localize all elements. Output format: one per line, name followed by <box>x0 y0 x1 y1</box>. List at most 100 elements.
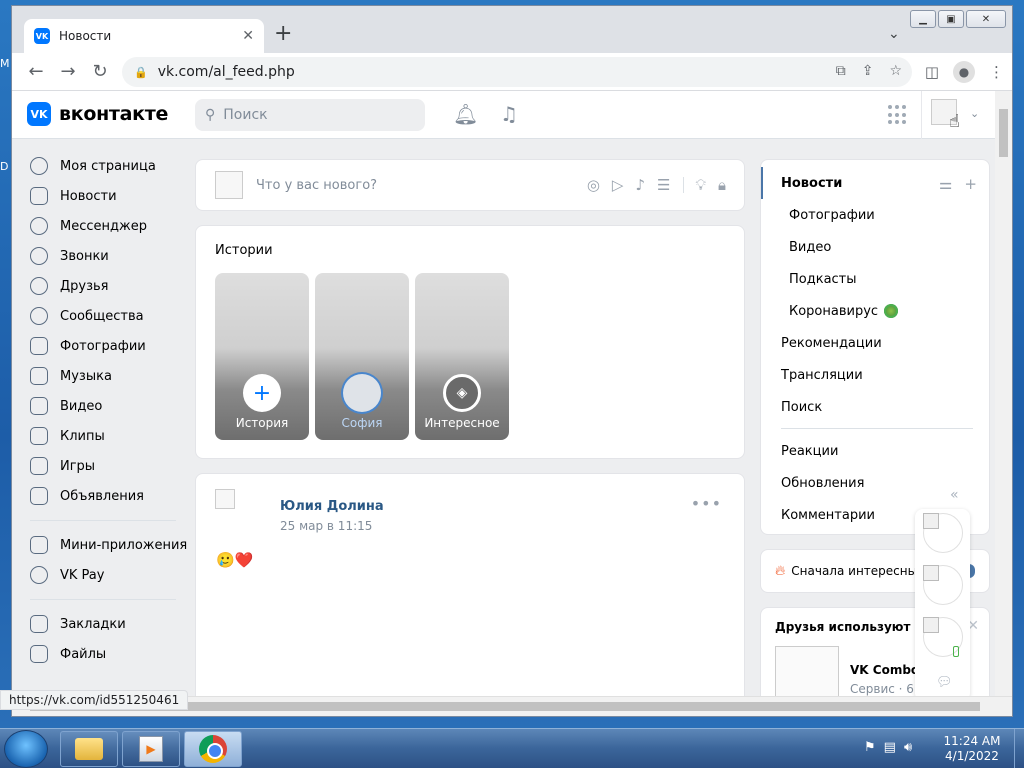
minimize-button[interactable]: ▁ <box>910 10 936 28</box>
nav-item-mini-apps[interactable]: Мини-приложения <box>30 530 195 560</box>
nav-item-photos[interactable]: Фотографии <box>30 331 195 361</box>
volume-icon[interactable]: 🔊︎ <box>904 740 912 755</box>
filter-item-reactions[interactable]: Реакции <box>761 435 989 467</box>
chat-avatar[interactable] <box>923 513 963 553</box>
profile-avatar-icon[interactable]: ● <box>953 61 975 83</box>
story-card-interesting[interactable]: ◈ Интересное <box>415 273 509 440</box>
taskbar-media-player[interactable]: ▶ <box>122 731 180 767</box>
news-icon <box>30 187 48 205</box>
nav-item-music[interactable]: Музыка <box>30 361 195 391</box>
tab-close-icon[interactable]: ✕ <box>242 28 254 44</box>
new-tab-button[interactable]: + <box>274 23 292 45</box>
nav-item-my-page[interactable]: Моя страница <box>30 151 195 181</box>
system-clock[interactable]: 11:24 AM 4/1/2022 <box>934 734 1010 764</box>
vk-favicon-icon: VK <box>34 28 50 44</box>
nav-label: Видео <box>60 398 103 414</box>
bookmark-star-icon[interactable]: ☆ <box>889 63 902 79</box>
filter-label: Обновления <box>781 475 865 491</box>
camera-icon[interactable]: ◎ <box>587 176 600 194</box>
desktop-icon-label-fragment: D <box>0 160 9 173</box>
story-card-sofia[interactable]: София <box>315 273 409 440</box>
add-plus-icon[interactable]: + <box>964 175 977 193</box>
filter-item-podcasts[interactable]: Подкасты <box>761 263 989 295</box>
window-controls: ▁ ▣ ✕ <box>910 10 1006 28</box>
nav-label: Сообщества <box>60 308 144 324</box>
chat-avatar[interactable] <box>923 565 963 605</box>
play-video-icon[interactable]: ▷ <box>612 176 624 194</box>
tab-search-chevron-icon[interactable]: ⌄ <box>888 26 900 42</box>
taskbar-chrome[interactable] <box>184 731 242 767</box>
show-desktop-button[interactable] <box>1014 729 1024 768</box>
settings-sliders-icon[interactable]: ⚌ <box>939 175 952 193</box>
article-icon[interactable]: ☰ <box>657 176 670 194</box>
filter-label: Поиск <box>781 399 823 415</box>
address-bar[interactable]: 🔒 vk.com/al_feed.php ⧉ ⇪ ☆ <box>122 57 912 87</box>
chevron-down-icon[interactable]: ⌄ <box>970 107 979 120</box>
post-author-link[interactable]: Юлия Долина <box>280 499 384 514</box>
nav-item-files[interactable]: Файлы <box>30 639 195 669</box>
nav-item-video[interactable]: Видео <box>30 391 195 421</box>
forward-arrow-icon[interactable]: → <box>52 61 84 82</box>
app-name[interactable]: VK Combo <box>850 663 919 677</box>
nav-item-friends[interactable]: Друзья <box>30 271 195 301</box>
action-center-flag-icon[interactable]: ⚑ <box>864 740 876 755</box>
back-arrow-icon[interactable]: ← <box>20 61 52 82</box>
taskbar-explorer[interactable] <box>60 731 118 767</box>
nav-item-clips[interactable]: Клипы <box>30 421 195 451</box>
nav-item-ads[interactable]: Объявления <box>30 481 195 511</box>
music-player-icon[interactable]: ♫ <box>500 102 518 126</box>
composer-separator <box>682 177 684 193</box>
music-icon <box>30 367 48 385</box>
collapse-double-chevron-icon[interactable]: « <box>950 487 959 503</box>
reload-icon[interactable]: ↻ <box>84 61 116 82</box>
filter-item-coronavirus[interactable]: Коронавирус <box>761 295 989 327</box>
privacy-lock-icon[interactable]: 🔒︎ <box>718 176 726 194</box>
search-input[interactable] <box>223 107 404 123</box>
translate-icon[interactable]: ⧉ <box>836 63 846 79</box>
lightbulb-icon[interactable]: 💡︎ <box>696 176 707 194</box>
filter-item-news[interactable]: Новости ⚌ + <box>761 167 989 199</box>
filter-label: Новости <box>781 175 843 191</box>
filter-label: Коронавирус <box>789 303 879 319</box>
message-icon <box>30 217 48 235</box>
music-note-icon[interactable]: ♪ <box>635 176 645 194</box>
browser-tab-active[interactable]: VK Новости ✕ <box>24 19 264 53</box>
vk-logo-text: вконтакте <box>59 103 169 125</box>
filter-item-streams[interactable]: Трансляции <box>761 359 989 391</box>
share-icon[interactable]: ⇪ <box>862 63 874 79</box>
maximize-button[interactable]: ▣ <box>938 10 964 28</box>
nav-item-communities[interactable]: Сообщества <box>30 301 195 331</box>
nav-label: Новости <box>60 188 117 204</box>
nav-item-news[interactable]: Новости <box>30 181 195 211</box>
app-thumbnail[interactable] <box>775 646 839 698</box>
vk-logo[interactable]: VK вконтакте <box>27 102 168 126</box>
notifications-bell-icon[interactable]: 🔔︎ <box>453 102 478 126</box>
nav-item-bookmarks[interactable]: Закладки <box>30 609 195 639</box>
filter-item-photos[interactable]: Фотографии <box>761 199 989 231</box>
services-grid-icon[interactable] <box>888 105 908 125</box>
network-icon[interactable]: ▤ <box>884 740 896 755</box>
post-date[interactable]: 25 мар в 11:15 <box>280 519 372 533</box>
nav-item-games[interactable]: Игры <box>30 451 195 481</box>
chat-bubble-icon[interactable]: 💬︎ <box>936 675 953 690</box>
nav-item-messenger[interactable]: Мессенджер <box>30 211 195 241</box>
vertical-scroll-thumb[interactable] <box>999 109 1008 157</box>
vertical-scrollbar[interactable] <box>995 91 1012 698</box>
filter-item-video[interactable]: Видео <box>761 231 989 263</box>
story-card-add[interactable]: + История <box>215 273 309 440</box>
filter-item-search[interactable]: Поиск <box>761 391 989 423</box>
nav-label: Файлы <box>60 646 107 662</box>
close-window-button[interactable]: ✕ <box>966 10 1006 28</box>
composer-input[interactable]: Что у вас нового? <box>256 178 587 193</box>
side-panel-icon[interactable]: ◫ <box>925 63 939 81</box>
filter-label: Рекомендации <box>781 335 882 351</box>
nav-item-vk-pay[interactable]: VK Pay <box>30 560 195 590</box>
menu-kebab-icon[interactable]: ⋮ <box>989 63 1004 81</box>
search-icon: ⚲ <box>205 107 216 123</box>
news-filter-menu: Новости ⚌ + Фотографии Видео Подкасты Ко… <box>760 159 990 535</box>
filter-item-recommendations[interactable]: Рекомендации <box>761 327 989 359</box>
start-button[interactable] <box>4 730 48 768</box>
more-options-icon[interactable]: ••• <box>691 494 722 513</box>
nav-item-calls[interactable]: Звонки <box>30 241 195 271</box>
post-author-avatar[interactable] <box>215 489 235 509</box>
